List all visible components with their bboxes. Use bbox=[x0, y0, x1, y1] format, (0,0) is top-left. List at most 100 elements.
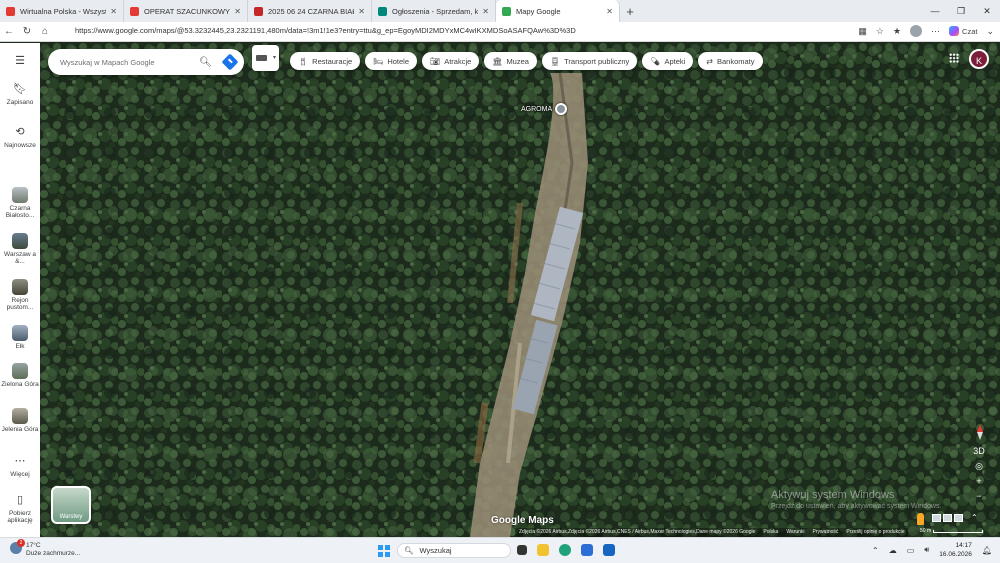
sidebar-item-saved[interactable]: 🔖︎ Zapisano bbox=[0, 83, 40, 106]
chip-attractions[interactable]: 📷︎ Atrakcje bbox=[422, 52, 480, 70]
my-location-icon[interactable]: ◎ bbox=[969, 459, 989, 474]
layers-label: Warstwy bbox=[59, 514, 83, 520]
recent-place[interactable]: Warszaw a &... bbox=[0, 233, 40, 266]
maps-app: ☰ 🔖︎ Zapisano ⟲ Najnowsze Czarna Białost… bbox=[0, 43, 1000, 537]
google-maps-logo: Google Maps bbox=[491, 515, 554, 526]
sidebar-item-more[interactable]: ⋯ Więcej bbox=[0, 455, 40, 478]
address-bar: ← ↻ ⌂ https://www.google.com/maps/@53.32… bbox=[0, 22, 1000, 42]
new-tab-button[interactable]: + bbox=[620, 4, 640, 19]
scale-bar[interactable]: 50 m bbox=[920, 528, 984, 534]
chip-atms[interactable]: ⇄ Bankomaty bbox=[698, 52, 763, 70]
directions-icon[interactable] bbox=[221, 53, 239, 71]
watermark-title: Aktywuj system Windows bbox=[771, 489, 895, 501]
close-icon[interactable]: ✕ bbox=[606, 7, 613, 16]
back-icon[interactable]: ← bbox=[0, 26, 18, 37]
recent-place[interactable]: Jelenia Góra bbox=[0, 408, 40, 433]
chip-restaurants[interactable]: 🍴︎ Restauracje bbox=[290, 52, 361, 70]
account-avatar[interactable]: K bbox=[969, 49, 989, 69]
country-link[interactable]: Polska bbox=[763, 529, 778, 536]
chip-label: Apteki bbox=[664, 56, 686, 66]
clock[interactable]: 14:17 16.06.2026 bbox=[939, 541, 972, 559]
more-dots-icon: ⋯ bbox=[14, 455, 26, 467]
notifications-icon[interactable]: 🔔︎ bbox=[982, 546, 992, 555]
chevron-up-icon[interactable]: ⌃ bbox=[872, 546, 879, 555]
chip-hotels[interactable]: 🛏︎ Hotele bbox=[365, 52, 418, 70]
weather-widget[interactable]: 2 17°C Duże zachmurze... bbox=[10, 539, 80, 558]
chevron-down-icon[interactable]: ⌄ bbox=[986, 26, 994, 37]
recent-place[interactable]: Rejon pustom... bbox=[0, 279, 40, 312]
mini-layer-previews: ⌃ bbox=[932, 514, 981, 522]
outlook-icon[interactable] bbox=[603, 544, 615, 556]
store-icon[interactable] bbox=[581, 544, 593, 556]
split-view-icon[interactable]: ▦ bbox=[858, 26, 867, 37]
browser-tab[interactable]: OPERAT SZACUNKOWY CZARNA B ✕ bbox=[124, 0, 248, 22]
chip-pharmacies[interactable]: 💊︎ Apteki bbox=[642, 52, 694, 70]
favorites-icon[interactable]: ★ bbox=[893, 26, 901, 37]
privacy-link[interactable]: Prywatność bbox=[813, 529, 839, 536]
scale-label: 50 m bbox=[920, 528, 932, 534]
taskbar: 2 17°C Duże zachmurze... 🔍︎ Wyszukaj ⌃ ☁… bbox=[0, 537, 1000, 563]
reload-icon[interactable]: ↻ bbox=[18, 26, 36, 37]
recent-place[interactable]: Ełk bbox=[0, 325, 40, 350]
chip-museums[interactable]: 🏛︎ Muzea bbox=[484, 52, 537, 70]
more-menu-icon[interactable]: ⋯ bbox=[931, 26, 940, 37]
profile-avatar[interactable] bbox=[910, 25, 923, 37]
tilt-3d-button[interactable]: 3D bbox=[969, 444, 989, 459]
edge-icon[interactable] bbox=[559, 544, 571, 556]
mini-layer-thumb[interactable] bbox=[943, 514, 952, 522]
compass-icon[interactable] bbox=[969, 422, 989, 442]
close-icon[interactable]: ✕ bbox=[110, 7, 117, 16]
chip-label: Muzea bbox=[506, 56, 529, 66]
close-window-icon[interactable]: ✕ bbox=[974, 0, 1000, 22]
category-chips: 🍴︎ Restauracje 🛏︎ Hotele 📷︎ Atrakcje 🏛︎ Muze… bbox=[290, 52, 763, 70]
sidebar-item-download-app[interactable]: ▯ Pobierz aplikację bbox=[0, 494, 40, 525]
url-field[interactable]: https://www.google.com/maps/@53.3232445,… bbox=[75, 26, 576, 35]
zoom-out-button[interactable]: − bbox=[969, 489, 989, 504]
expand-icon[interactable]: ⌃ bbox=[971, 514, 981, 522]
menu-button[interactable]: ☰ bbox=[0, 55, 40, 71]
search-icon[interactable]: 🔍︎ bbox=[199, 57, 212, 68]
recent-place-label: Ełk bbox=[15, 343, 25, 350]
task-view-icon[interactable] bbox=[517, 545, 527, 555]
chip-transit[interactable]: 🚆︎ Transport publiczny bbox=[541, 52, 638, 70]
browser-tab[interactable]: Ogłoszenia - Sprzedam, kupię na ✕ bbox=[372, 0, 496, 22]
home-icon[interactable]: ⌂ bbox=[36, 26, 54, 37]
maximize-icon[interactable]: ❐ bbox=[948, 0, 974, 22]
browser-tab[interactable]: Wirtualna Polska - Wszystko co w ✕ bbox=[0, 0, 124, 22]
onedrive-icon[interactable]: ☁ bbox=[889, 546, 897, 555]
favorite-star-icon[interactable]: ☆ bbox=[876, 26, 884, 37]
satellite-map[interactable] bbox=[40, 43, 1000, 537]
feedback-link[interactable]: Prześlij opinię o produkcie bbox=[846, 529, 904, 536]
pinned-apps bbox=[517, 544, 615, 556]
search-input[interactable]: Wyszukaj w Mapach Google bbox=[60, 58, 199, 67]
close-icon[interactable]: ✕ bbox=[358, 7, 365, 16]
keyboard-icon bbox=[256, 55, 267, 61]
google-apps-icon[interactable] bbox=[949, 53, 959, 63]
copilot-button[interactable]: Czat bbox=[949, 26, 977, 36]
windows-start-icon[interactable] bbox=[378, 545, 390, 557]
recent-place[interactable]: Zielona Góra bbox=[0, 363, 40, 388]
minimize-icon[interactable]: — bbox=[922, 0, 948, 22]
recent-place[interactable]: Czarna Białosto... bbox=[0, 187, 40, 220]
mini-layer-thumb[interactable] bbox=[954, 514, 963, 522]
museum-icon: 🏛︎ bbox=[492, 56, 503, 66]
input-tools-button[interactable]: ▾ bbox=[252, 45, 279, 71]
mini-layer-thumb[interactable] bbox=[932, 514, 941, 522]
date: 16.06.2026 bbox=[939, 551, 972, 558]
sidebar-item-recent[interactable]: ⟲ Najnowsze bbox=[0, 126, 40, 149]
layers-button[interactable]: Warstwy bbox=[51, 486, 91, 524]
browser-tab[interactable]: 2025 06 24 CZARNA BIAŁOSTOCK ✕ bbox=[248, 0, 372, 22]
close-icon[interactable]: ✕ bbox=[234, 7, 241, 16]
file-explorer-icon[interactable] bbox=[537, 544, 549, 556]
poi-marker[interactable]: AGROMA bbox=[521, 103, 568, 115]
close-icon[interactable]: ✕ bbox=[482, 7, 489, 16]
terms-link[interactable]: Warunki bbox=[786, 529, 804, 536]
network-icon[interactable]: ▭ bbox=[907, 546, 915, 555]
recent-place-label: Zielona Góra bbox=[1, 381, 39, 388]
zoom-in-button[interactable]: + bbox=[969, 474, 989, 489]
search-icon: 🔍︎ bbox=[404, 546, 414, 555]
volume-icon[interactable]: 🔊︎ bbox=[924, 545, 929, 555]
browser-tab-active[interactable]: Mapy Google ✕ bbox=[496, 0, 620, 22]
street-view-pegman-icon[interactable] bbox=[917, 513, 924, 525]
taskbar-search[interactable]: 🔍︎ Wyszukaj bbox=[397, 543, 511, 558]
